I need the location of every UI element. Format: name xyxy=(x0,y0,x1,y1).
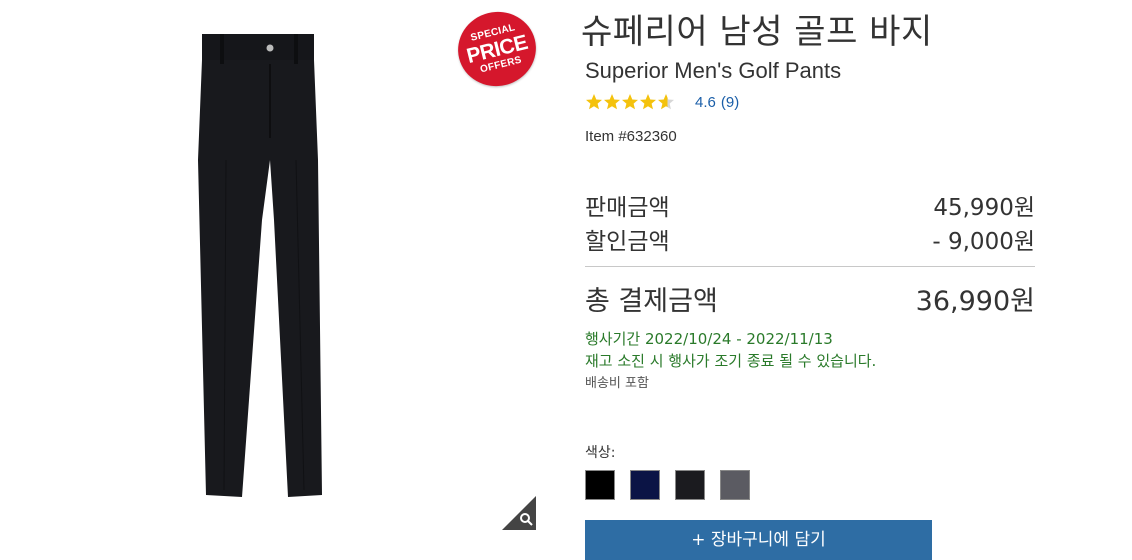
sale-price-row: 판매금액 45,990원 xyxy=(585,188,1035,222)
color-swatch-charcoal[interactable] xyxy=(675,470,705,500)
total-label: 총 결제금액 xyxy=(585,286,718,317)
sale-price-label: 판매금액 xyxy=(585,195,670,221)
color-swatch-navy[interactable] xyxy=(630,470,660,500)
rating-value: 4.6 xyxy=(695,93,716,111)
item-number: Item #632360 xyxy=(585,128,677,145)
event-period: 행사기간 2022/10/24 - 2022/11/13 xyxy=(585,330,833,348)
discount-row: 할인금액 - 9,000원 xyxy=(585,222,1035,256)
product-title-english: Superior Men's Golf Pants xyxy=(585,58,842,83)
total-row: 총 결제금액 36,990원 xyxy=(585,279,1035,318)
product-image[interactable] xyxy=(190,20,510,505)
review-count: (9) xyxy=(720,93,740,111)
pants-image xyxy=(198,34,322,497)
product-title-korean: 슈페리어 남성 골프 바지 xyxy=(581,12,933,52)
event-info: 행사기간 2022/10/24 - 2022/11/13 재고 소진 시 행사가… xyxy=(585,328,876,372)
star-icons xyxy=(586,94,674,110)
discount-value: - 9,000원 xyxy=(932,229,1035,255)
color-swatch-gray[interactable] xyxy=(720,470,750,500)
price-divider xyxy=(585,266,1035,267)
color-swatches xyxy=(585,470,765,500)
star-rating xyxy=(585,93,679,111)
zoom-button[interactable] xyxy=(502,496,536,530)
color-swatch-black[interactable] xyxy=(585,470,615,500)
sale-price-value: 45,990원 xyxy=(933,195,1035,221)
magnifier-icon xyxy=(502,496,536,530)
shipping-note: 배송비 포함 xyxy=(585,376,649,391)
total-value: 36,990원 xyxy=(915,286,1035,317)
color-label: 색상: xyxy=(585,445,616,461)
event-notice: 재고 소진 시 행사가 조기 종료 될 수 있습니다. xyxy=(585,352,877,370)
rating[interactable]: 4.6 (9) xyxy=(585,90,744,114)
rating-link[interactable]: 4.6 (9) xyxy=(695,94,744,111)
discount-label: 할인금액 xyxy=(585,229,670,255)
add-to-cart-button[interactable]: + 장바구니에 담기 xyxy=(585,520,932,560)
